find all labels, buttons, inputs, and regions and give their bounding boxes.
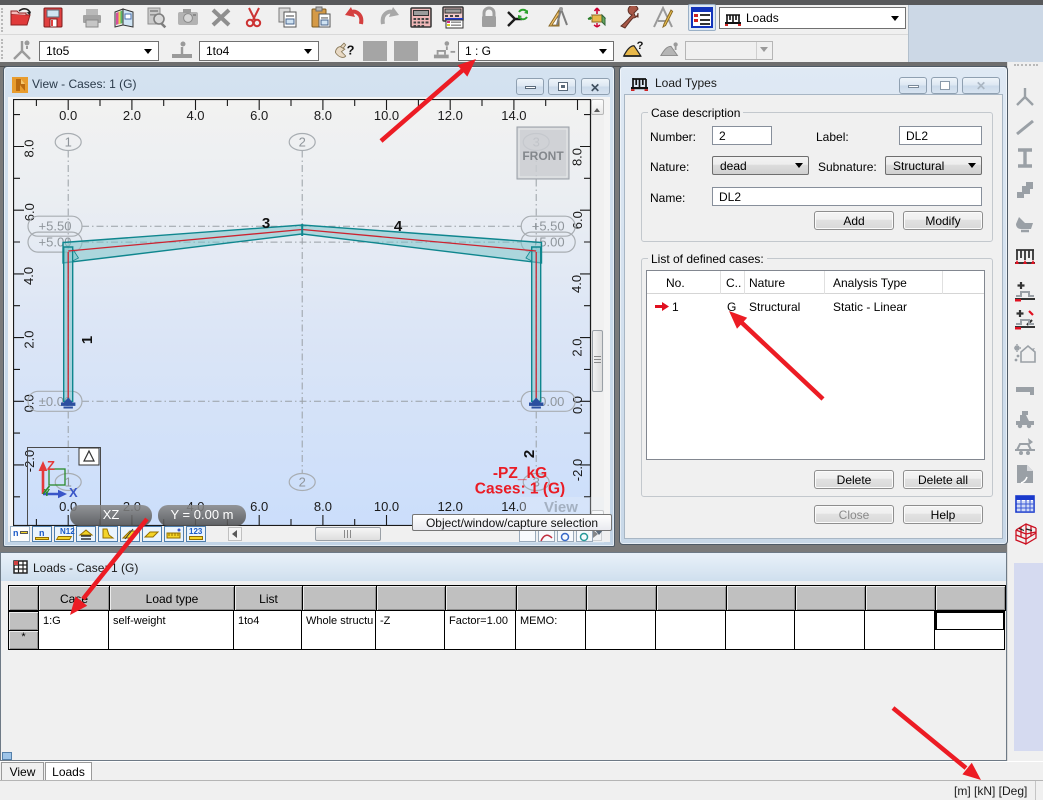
svg-text:2.0: 2.0 bbox=[569, 339, 584, 357]
svg-text:4.0: 4.0 bbox=[21, 267, 36, 285]
svg-text:12.0: 12.0 bbox=[438, 499, 463, 514]
svg-text:4.0: 4.0 bbox=[186, 108, 204, 123]
svg-text:2: 2 bbox=[521, 450, 538, 458]
svg-text:X: X bbox=[69, 485, 78, 500]
svg-text:2: 2 bbox=[299, 135, 306, 150]
svg-text:1: 1 bbox=[79, 336, 96, 344]
svg-text:+5.50: +5.50 bbox=[39, 219, 72, 234]
svg-text:6.0: 6.0 bbox=[250, 499, 268, 514]
svg-text:-2.0: -2.0 bbox=[22, 450, 37, 472]
svg-text:-PZ_kG: -PZ_kG bbox=[493, 465, 547, 482]
svg-text:-2.0: -2.0 bbox=[570, 459, 585, 481]
svg-text:2.0: 2.0 bbox=[21, 331, 36, 349]
svg-text:Y: Y bbox=[44, 488, 51, 499]
svg-text:4: 4 bbox=[394, 218, 403, 235]
svg-text:2: 2 bbox=[299, 475, 306, 490]
svg-text:Cases: 1 (G): Cases: 1 (G) bbox=[475, 481, 565, 498]
svg-text:8.0: 8.0 bbox=[570, 148, 585, 166]
svg-text:?: ? bbox=[347, 42, 355, 57]
svg-text:+5.50: +5.50 bbox=[532, 219, 565, 234]
svg-text:4.0: 4.0 bbox=[569, 275, 584, 293]
svg-text:2.0: 2.0 bbox=[123, 108, 141, 123]
svg-text:0.0: 0.0 bbox=[59, 108, 77, 123]
svg-text:12.0: 12.0 bbox=[438, 108, 463, 123]
svg-text:6.0: 6.0 bbox=[250, 108, 268, 123]
svg-text:6.0: 6.0 bbox=[570, 211, 585, 229]
svg-text:10.0: 10.0 bbox=[374, 108, 399, 123]
svg-text:1: 1 bbox=[65, 135, 72, 150]
svg-text:FRONT: FRONT bbox=[522, 149, 564, 163]
svg-text:8.0: 8.0 bbox=[314, 108, 332, 123]
svg-text:8.0: 8.0 bbox=[22, 139, 37, 157]
svg-text:6.0: 6.0 bbox=[22, 203, 37, 221]
svg-text:3: 3 bbox=[262, 215, 270, 232]
svg-text:Z: Z bbox=[47, 458, 55, 473]
svg-text:14.0: 14.0 bbox=[501, 108, 526, 123]
svg-text:10.0: 10.0 bbox=[374, 499, 399, 514]
svg-text:8.0: 8.0 bbox=[314, 499, 332, 514]
svg-text:?: ? bbox=[637, 40, 644, 52]
svg-text:0.0: 0.0 bbox=[570, 396, 585, 414]
